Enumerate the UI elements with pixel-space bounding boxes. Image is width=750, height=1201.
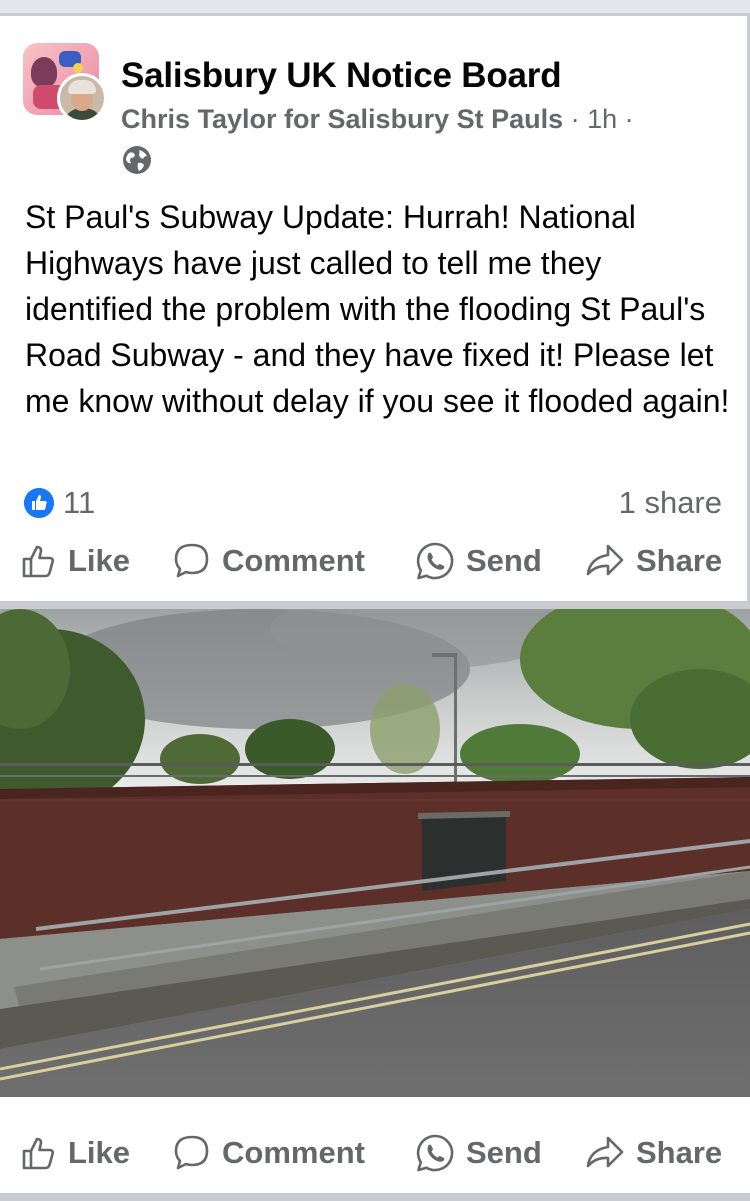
whatsapp-icon — [416, 542, 454, 580]
share-button[interactable]: Share — [584, 531, 722, 591]
post-photo[interactable] — [0, 609, 750, 1097]
group-name-link[interactable]: Salisbury UK Notice Board — [121, 56, 562, 96]
photo-send-button[interactable]: Send — [414, 1123, 542, 1183]
photo-share-label: Share — [636, 1135, 723, 1170]
comment-label: Comment — [222, 543, 365, 578]
photo-comment-label: Comment — [222, 1135, 365, 1170]
share-label: Share — [636, 543, 723, 578]
post-card: Salisbury UK Notice Board Chris Taylor f… — [0, 16, 747, 601]
thumbs-up-icon[interactable] — [24, 488, 54, 518]
post-action-bar: Like Comment Send Share — [0, 531, 750, 591]
section-separator — [0, 601, 750, 609]
bottom-separator — [0, 1193, 750, 1201]
post-timestamp[interactable]: · 1h · — [571, 104, 634, 134]
thumbs-up-outline-icon — [22, 545, 54, 578]
globe-icon — [123, 146, 151, 174]
share-arrow-icon — [586, 1136, 624, 1168]
post-text: St Paul's Subway Update: Hurrah! Nationa… — [25, 199, 730, 419]
photo-like-button[interactable]: Like — [20, 1123, 130, 1183]
send-label: Send — [466, 543, 542, 578]
like-label: Like — [68, 543, 131, 578]
comment-bubble-icon — [174, 1135, 209, 1170]
thumbs-up-outline-icon — [22, 1137, 54, 1170]
share-count[interactable]: 1 share — [619, 485, 722, 521]
send-button[interactable]: Send — [414, 531, 542, 591]
comment-bubble-icon — [174, 543, 209, 578]
avatar-group[interactable] — [23, 43, 107, 129]
photo-comment-button[interactable]: Comment — [172, 1123, 365, 1183]
comment-button[interactable]: Comment — [172, 531, 365, 591]
top-separator — [0, 0, 750, 16]
share-arrow-icon — [586, 544, 624, 576]
photo-like-label: Like — [68, 1135, 131, 1170]
whatsapp-icon — [416, 1134, 454, 1172]
reaction-count[interactable]: 11 — [63, 485, 95, 521]
like-button[interactable]: Like — [20, 531, 130, 591]
author-name-link[interactable]: Chris Taylor for Salisbury St Pauls — [121, 104, 563, 134]
user-avatar[interactable] — [57, 73, 107, 123]
photo-action-bar: Like Comment Send Share — [0, 1123, 750, 1183]
photo-share-button[interactable]: Share — [584, 1123, 722, 1183]
post-byline: Chris Taylor for Salisbury St Pauls · 1h… — [121, 104, 634, 135]
photo-send-label: Send — [466, 1135, 542, 1170]
subway-photo-image — [0, 609, 750, 1097]
